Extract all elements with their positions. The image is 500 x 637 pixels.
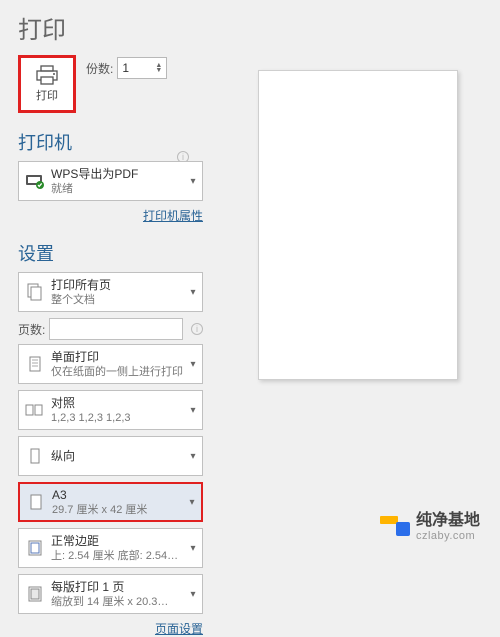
collate-title: 对照 (51, 396, 184, 411)
scaling-select[interactable]: 每版打印 1 页 缩放到 14 厘米 x 20.3… ▾ (18, 574, 203, 614)
paper-title: A3 (52, 488, 183, 503)
paper-icon (20, 492, 52, 512)
collate-sub: 1,2,3 1,2,3 1,2,3 (51, 411, 184, 425)
printer-name: WPS导出为PDF (51, 167, 184, 182)
printer-select[interactable]: WPS导出为PDF 就绪 ▾ (18, 161, 203, 201)
printer-section-title: 打印机 (18, 129, 203, 155)
scaling-icon (19, 584, 51, 604)
print-range-title: 打印所有页 (51, 278, 184, 293)
printer-ok-icon (19, 172, 51, 190)
page-preview (258, 70, 458, 380)
printer-status: 就绪 (51, 182, 184, 196)
duplex-sub: 仅在纸面的一侧上进行打印 (51, 365, 184, 379)
pages-label: 页数: (18, 321, 45, 338)
margins-select[interactable]: 正常边距 上: 2.54 厘米 底部: 2.54… ▾ (18, 528, 203, 568)
margins-title: 正常边距 (51, 534, 184, 549)
portrait-icon (19, 446, 51, 466)
collate-select[interactable]: 对照 1,2,3 1,2,3 1,2,3 ▾ (18, 390, 203, 430)
chevron-down-icon: ▾ (184, 543, 202, 554)
orientation-title: 纵向 (51, 449, 184, 464)
scaling-title: 每版打印 1 页 (51, 580, 184, 595)
paper-sub: 29.7 厘米 x 42 厘米 (52, 503, 183, 517)
page-title: 打印 (18, 10, 203, 45)
watermark: 纯净基地 czlaby.com (380, 506, 480, 542)
duplex-select[interactable]: 单面打印 仅在纸面的一侧上进行打印 ▾ (18, 344, 203, 384)
orientation-select[interactable]: 纵向 ▾ (18, 436, 203, 476)
spinner-icon[interactable]: ▲▼ (155, 63, 162, 73)
print-range-sub: 整个文档 (51, 293, 184, 307)
single-side-icon (19, 354, 51, 374)
chevron-down-icon: ▾ (183, 497, 201, 508)
margins-icon (19, 538, 51, 558)
chevron-down-icon: ▾ (184, 359, 202, 370)
printer-properties-link[interactable]: 打印机属性 (143, 209, 203, 223)
page-setup-link[interactable]: 页面设置 (155, 622, 203, 636)
chevron-down-icon: ▾ (184, 287, 202, 298)
settings-section-title: 设置 (18, 240, 203, 266)
chevron-down-icon: ▾ (184, 589, 202, 600)
pages-icon (19, 282, 51, 302)
watermark-text: 纯净基地 (416, 506, 480, 530)
printer-icon (35, 65, 59, 85)
watermark-logo-icon (380, 512, 410, 536)
paper-size-select[interactable]: A3 29.7 厘米 x 42 厘米 ▾ (18, 482, 203, 522)
collate-icon (19, 400, 51, 420)
chevron-down-icon: ▾ (184, 451, 202, 462)
info-icon[interactable]: i (191, 323, 203, 335)
scaling-sub: 缩放到 14 厘米 x 20.3… (51, 595, 184, 609)
chevron-down-icon: ▾ (184, 405, 202, 416)
pages-input[interactable] (49, 318, 183, 340)
print-button-label: 打印 (36, 87, 58, 103)
copies-label: 份数: (86, 60, 113, 77)
print-range-select[interactable]: 打印所有页 整个文档 ▾ (18, 272, 203, 312)
print-button[interactable]: 打印 (18, 55, 76, 113)
copies-value: 1 (122, 61, 129, 75)
copies-stepper[interactable]: 1 ▲▼ (117, 57, 167, 79)
chevron-down-icon: ▾ (184, 176, 202, 187)
watermark-url: czlaby.com (416, 530, 480, 542)
duplex-title: 单面打印 (51, 350, 184, 365)
